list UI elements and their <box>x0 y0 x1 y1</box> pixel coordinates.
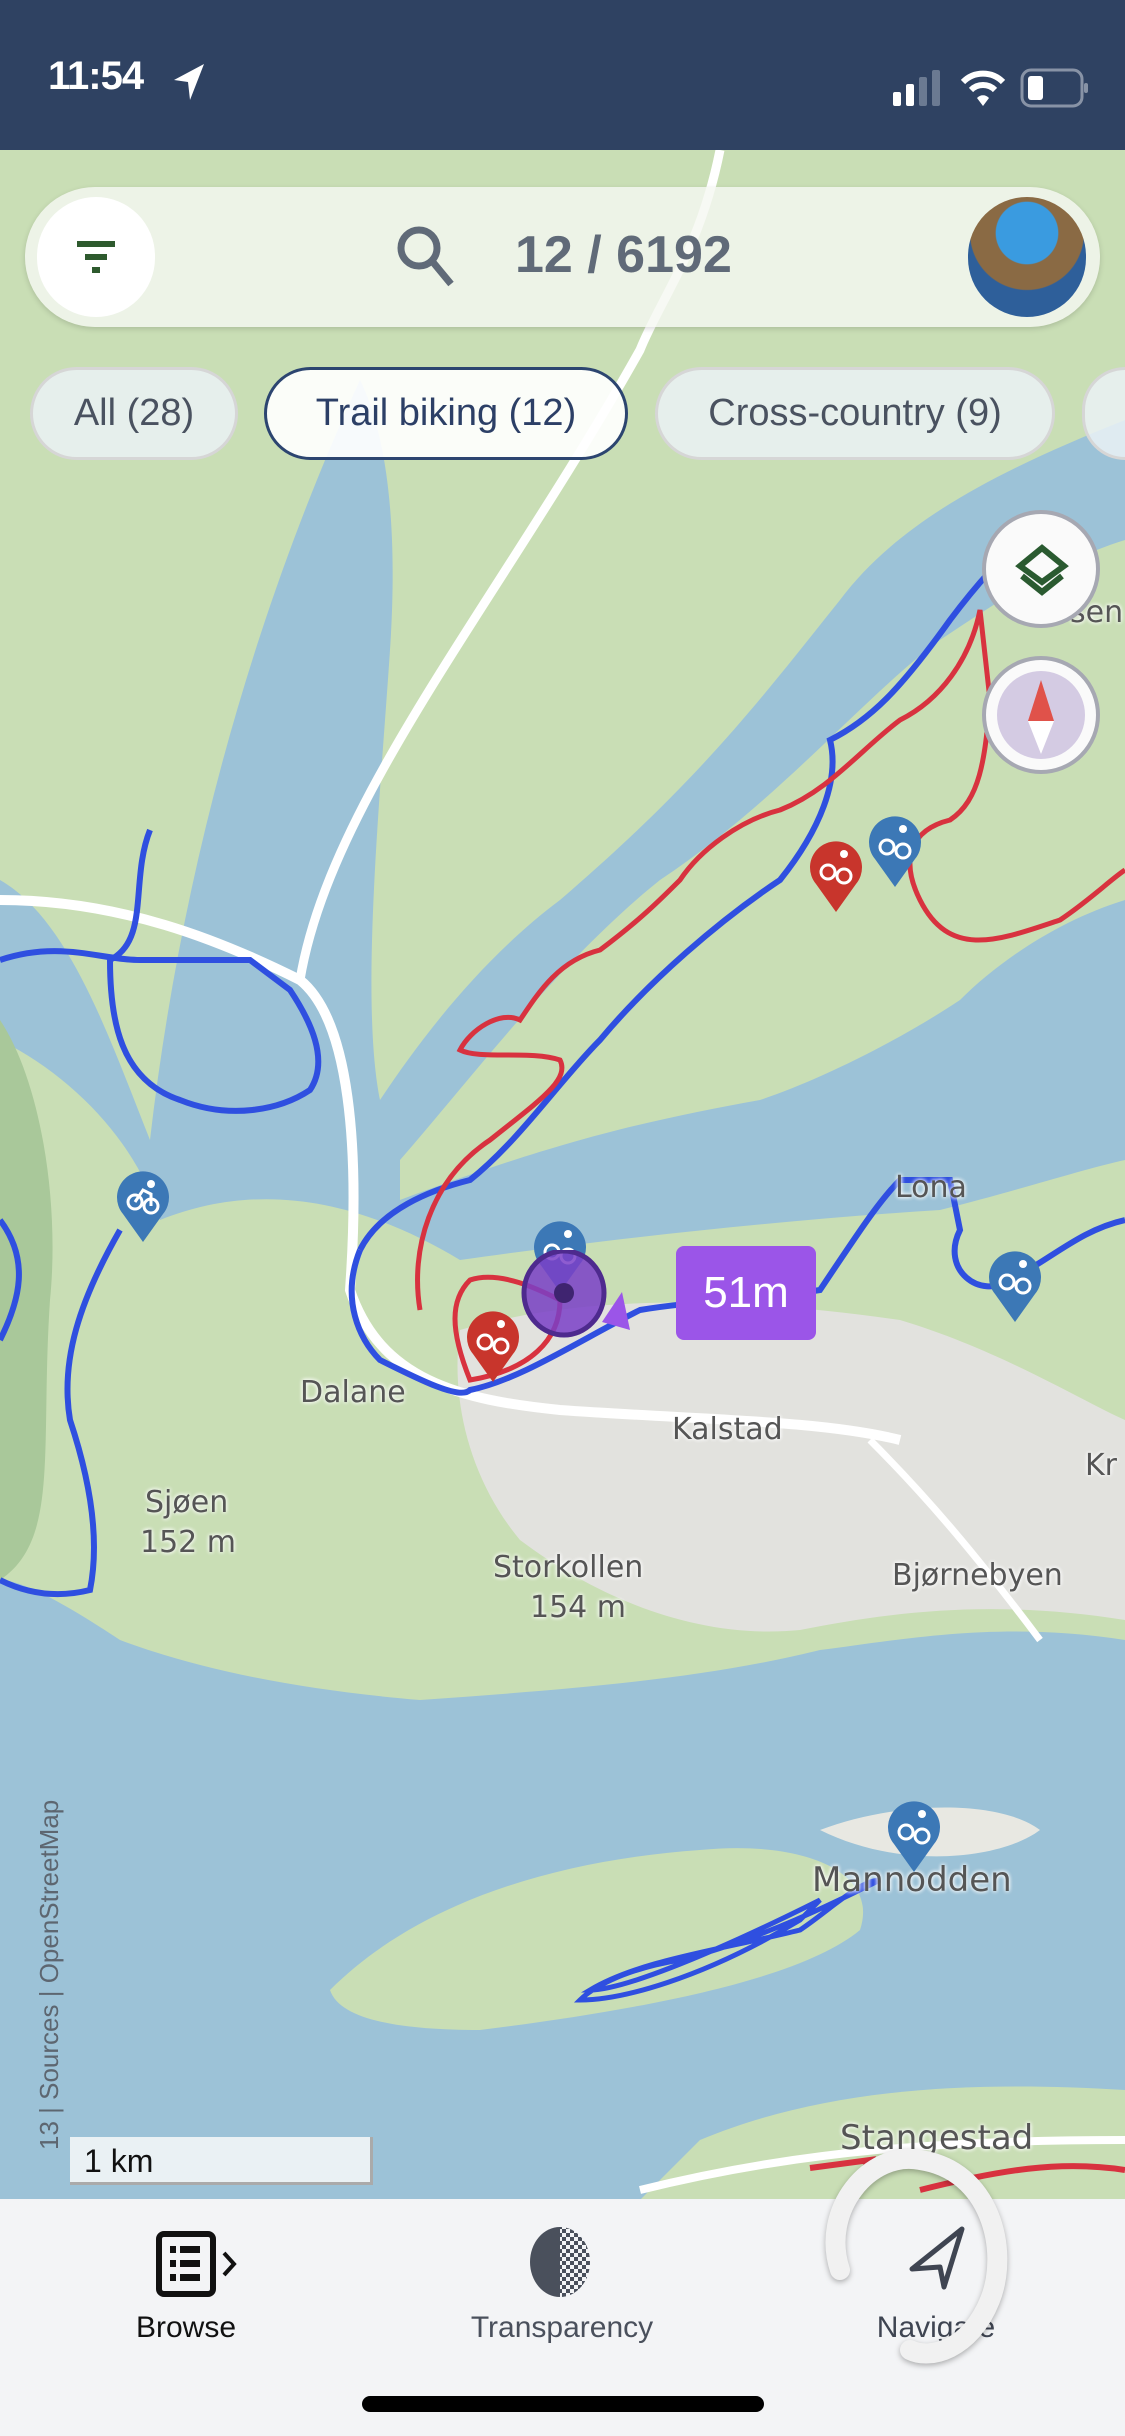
chip-label: Cross-country (9) <box>708 392 1002 434</box>
status-time: 11:54 <box>48 54 144 98</box>
chip-cross-country[interactable]: Cross-country (9) <box>655 367 1055 460</box>
layers-button[interactable] <box>982 510 1100 628</box>
trail-pin-blue[interactable] <box>886 1800 942 1872</box>
home-indicator[interactable] <box>362 2396 764 2412</box>
battery-icon <box>1020 68 1088 108</box>
map-label-dalane: Dalane <box>300 1375 406 1410</box>
chip-trail-biking[interactable]: Trail biking (12) <box>264 367 628 460</box>
map-label-kr: Kr <box>1085 1448 1118 1483</box>
filter-icon <box>77 241 115 273</box>
map-scale: 1 km <box>70 2137 373 2185</box>
search-bar[interactable]: 12 / 6192 <box>25 187 1100 327</box>
trail-pin-blue[interactable] <box>987 1250 1043 1322</box>
map-label-sjaen: Sjøen <box>145 1485 229 1520</box>
tab-transparency[interactable]: Transparency <box>412 2199 712 2359</box>
layers-icon <box>1015 544 1069 596</box>
transparency-icon <box>530 2227 590 2297</box>
compass-icon <box>997 671 1085 759</box>
current-position-marker <box>521 1250 630 1338</box>
map-label-lona: Lona <box>895 1170 967 1205</box>
tab-label: Transparency <box>470 2311 654 2344</box>
status-bar: 11:54 <box>0 0 1125 150</box>
map-label-bjornebyen: Bjørnebyen <box>892 1558 1063 1593</box>
map-label-sjaen-elevation: 152 m <box>140 1525 237 1560</box>
map-attribution[interactable]: 13 | Sources | OpenStreetMap <box>34 1800 65 2150</box>
list-icon <box>156 2231 237 2297</box>
tab-label: Browse <box>135 2311 237 2344</box>
signal-icon <box>893 70 940 106</box>
wifi-icon <box>960 70 1006 106</box>
user-avatar[interactable] <box>968 197 1086 317</box>
map-label-storkollen-elevation: 154 m <box>530 1590 627 1625</box>
filter-button[interactable] <box>37 197 155 317</box>
navigate-progress-ring <box>825 2148 1008 2364</box>
trail-pin-blue[interactable] <box>867 815 923 887</box>
location-arrow-icon <box>174 64 204 100</box>
map-label-kalstad: Kalstad <box>672 1412 783 1447</box>
trail-pin-red[interactable] <box>808 840 864 912</box>
tab-browse[interactable]: Browse <box>36 2199 336 2359</box>
chip-label: All (28) <box>73 392 195 434</box>
compass-button[interactable] <box>982 656 1100 774</box>
result-count: 12 / 6192 <box>515 226 732 284</box>
chip-all[interactable]: All (28) <box>30 367 238 460</box>
map-label-storkollen: Storkollen <box>493 1550 644 1585</box>
trail-pin-blue[interactable] <box>115 1170 171 1242</box>
trail-pin-red[interactable] <box>465 1310 521 1382</box>
distance-label: 51m <box>676 1246 816 1340</box>
search-icon <box>397 226 454 287</box>
chip-label: Trail biking (12) <box>315 392 577 434</box>
